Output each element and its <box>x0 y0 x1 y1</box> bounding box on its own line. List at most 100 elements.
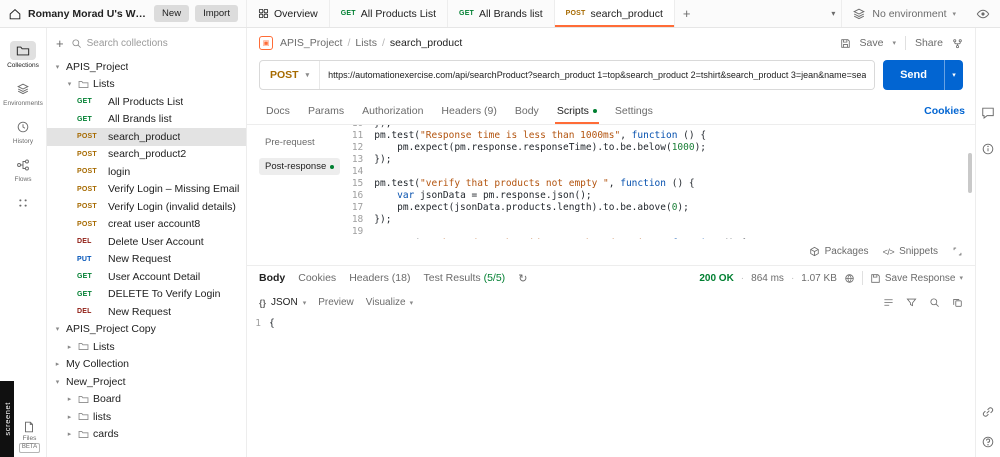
request-creat-user-account8[interactable]: POST creat user account8 <box>47 216 246 234</box>
search-icon[interactable] <box>929 297 940 308</box>
request-tab-headers-9[interactable]: Headers (9) <box>432 98 505 124</box>
chevron-right-icon[interactable]: ▸ <box>65 395 74 403</box>
rail-item-flows[interactable]: Flows <box>0 150 46 188</box>
save-response-button[interactable]: Save Response ▾ <box>870 273 963 284</box>
collection-apis-project[interactable]: ▾ APIS_Project <box>47 58 246 76</box>
tab-all-brands-list[interactable]: GET All Brands list <box>448 0 555 27</box>
tab-all-products-list[interactable]: GET All Products List <box>330 0 449 27</box>
request-all-brands-list[interactable]: GET All Brands list <box>47 111 246 129</box>
code-line[interactable]: 16 var jsonData = pm.response.json(); <box>344 190 975 202</box>
request-new-request[interactable]: DEL New Request <box>47 303 246 321</box>
folder-lists[interactable]: ▾ Lists <box>47 76 246 94</box>
breadcrumb-item[interactable]: search_product <box>390 37 462 49</box>
code-line[interactable]: 14 <box>344 166 975 178</box>
copy-icon[interactable] <box>952 297 963 308</box>
search-input[interactable] <box>86 37 237 49</box>
request-verify-login-missing-email[interactable]: POST Verify Login – Missing Email <box>47 181 246 199</box>
response-tab-test-results[interactable]: Test Results (5/5) <box>423 272 505 284</box>
comments-button[interactable] <box>981 106 995 120</box>
request-delete-to-verify-login[interactable]: GET DELETE To Verify Login <box>47 286 246 304</box>
preview-button[interactable]: Preview <box>318 297 354 308</box>
environment-quick-look-button[interactable] <box>966 0 1000 27</box>
request-search-product[interactable]: POST search_product <box>47 128 246 146</box>
folder-board[interactable]: ▸ Board <box>47 391 246 409</box>
search-box[interactable] <box>71 37 237 49</box>
chevron-down-icon[interactable]: ▾ <box>53 378 62 386</box>
info-button[interactable] <box>981 142 995 156</box>
request-tab-docs[interactable]: Docs <box>257 98 299 124</box>
home-icon[interactable] <box>8 7 22 21</box>
collection-new-project[interactable]: ▾ New_Project <box>47 373 246 391</box>
code-line[interactable]: 15 pm.test("verify that products not empt… <box>344 178 975 190</box>
script-subtab-post-response[interactable]: Post-response <box>259 158 341 175</box>
request-search-product2[interactable]: POST search_product2 <box>47 146 246 164</box>
rail-item-more[interactable] <box>0 189 46 218</box>
code-line[interactable]: 12 pm.expect(pm.response.responseTime).t… <box>344 142 975 154</box>
snippets-button[interactable]: </> Snippets <box>883 246 938 257</box>
folder-cards[interactable]: ▸ cards <box>47 426 246 444</box>
code-line[interactable]: 13}); <box>344 154 975 166</box>
chevron-down-icon[interactable]: ▾ <box>53 325 62 333</box>
wrap-text-icon[interactable] <box>883 297 894 308</box>
request-login[interactable]: POST login <box>47 163 246 181</box>
rerun-tests-icon[interactable]: ↻ <box>518 272 527 285</box>
rail-files[interactable]: Files BETA <box>18 420 41 453</box>
tab-overview[interactable]: Overview <box>247 0 330 27</box>
rail-item-history[interactable]: History <box>0 112 46 150</box>
request-tab-params[interactable]: Params <box>299 98 353 124</box>
request-delete-user-account[interactable]: DEL Delete User Account <box>47 233 246 251</box>
script-subtab-pre-request[interactable]: Pre-request <box>259 134 321 151</box>
rail-item-collections[interactable]: Collections <box>0 36 46 74</box>
cookies-link[interactable]: Cookies <box>924 105 965 117</box>
chevron-down-icon[interactable]: ▾ <box>65 80 74 88</box>
response-tab-body[interactable]: Body <box>259 272 285 284</box>
filter-icon[interactable] <box>906 297 917 308</box>
chevron-right-icon[interactable]: ▸ <box>53 360 62 368</box>
request-tab-settings[interactable]: Settings <box>606 98 662 124</box>
collection-my-collection[interactable]: ▸ My Collection <box>47 356 246 374</box>
request-new-request[interactable]: PUT New Request <box>47 251 246 269</box>
editor-scrollbar[interactable] <box>968 153 972 193</box>
request-all-products-list[interactable]: GET All Products List <box>47 93 246 111</box>
chevron-right-icon[interactable]: ▸ <box>65 413 74 421</box>
chevron-right-icon[interactable]: ▸ <box>65 430 74 438</box>
response-tab-cookies[interactable]: Cookies <box>298 272 336 284</box>
help-button[interactable] <box>981 435 995 449</box>
import-button[interactable]: Import <box>195 5 238 22</box>
maximize-icon[interactable] <box>952 246 963 257</box>
tab-overflow-chevron-icon[interactable]: ▾ <box>825 0 841 27</box>
chevron-right-icon[interactable]: ▸ <box>65 343 74 351</box>
rail-item-environments[interactable]: Environments <box>0 74 46 112</box>
response-tab-headers[interactable]: Headers (18) <box>349 272 410 284</box>
chevron-down-icon[interactable]: ▾ <box>53 63 62 71</box>
save-dropdown-chevron-icon[interactable]: ▾ <box>892 39 896 47</box>
visualize-button[interactable]: Visualize ▾ <box>366 297 413 308</box>
request-tab-body[interactable]: Body <box>506 98 548 124</box>
request-user-account-detail[interactable]: GET User Account Detail <box>47 268 246 286</box>
response-format-selector[interactable]: {} JSON ▾ <box>259 297 306 308</box>
environment-selector[interactable]: No environment ▾ <box>841 0 966 27</box>
breadcrumb-item[interactable]: Lists <box>355 37 377 49</box>
code-area[interactable]: 10});11pm.test("Response time is less th… <box>344 125 975 239</box>
breadcrumb-item[interactable]: APIS_Project <box>280 37 342 49</box>
request-tab-authorization[interactable]: Authorization <box>353 98 432 124</box>
new-button[interactable]: New <box>154 5 190 22</box>
send-button[interactable]: Send <box>883 60 944 90</box>
workspace-name[interactable]: Romany Morad U's Workspace <box>28 8 148 20</box>
method-selector[interactable]: POST ▾ <box>260 61 321 89</box>
request-verify-login-invalid-details[interactable]: POST Verify Login (invalid details) <box>47 198 246 216</box>
new-tab-button[interactable]: + <box>675 0 699 27</box>
share-button[interactable]: Share <box>915 37 943 49</box>
fork-icon[interactable] <box>952 38 963 49</box>
response-body[interactable]: 1{ <box>247 315 975 457</box>
add-collection-button[interactable]: + <box>56 36 64 51</box>
packages-button[interactable]: Packages <box>809 246 869 257</box>
url-input[interactable] <box>320 61 875 89</box>
folder-lists[interactable]: ▸ Lists <box>47 338 246 356</box>
code-line[interactable]: 17 pm.expect(jsonData.products.length).t… <box>344 202 975 214</box>
send-options-chevron-icon[interactable]: ▾ <box>944 60 963 90</box>
save-button[interactable]: Save <box>860 37 884 49</box>
code-line[interactable]: 18}); <box>344 214 975 226</box>
code-line[interactable]: 19 <box>344 226 975 238</box>
connection-info-icon[interactable] <box>844 273 855 284</box>
